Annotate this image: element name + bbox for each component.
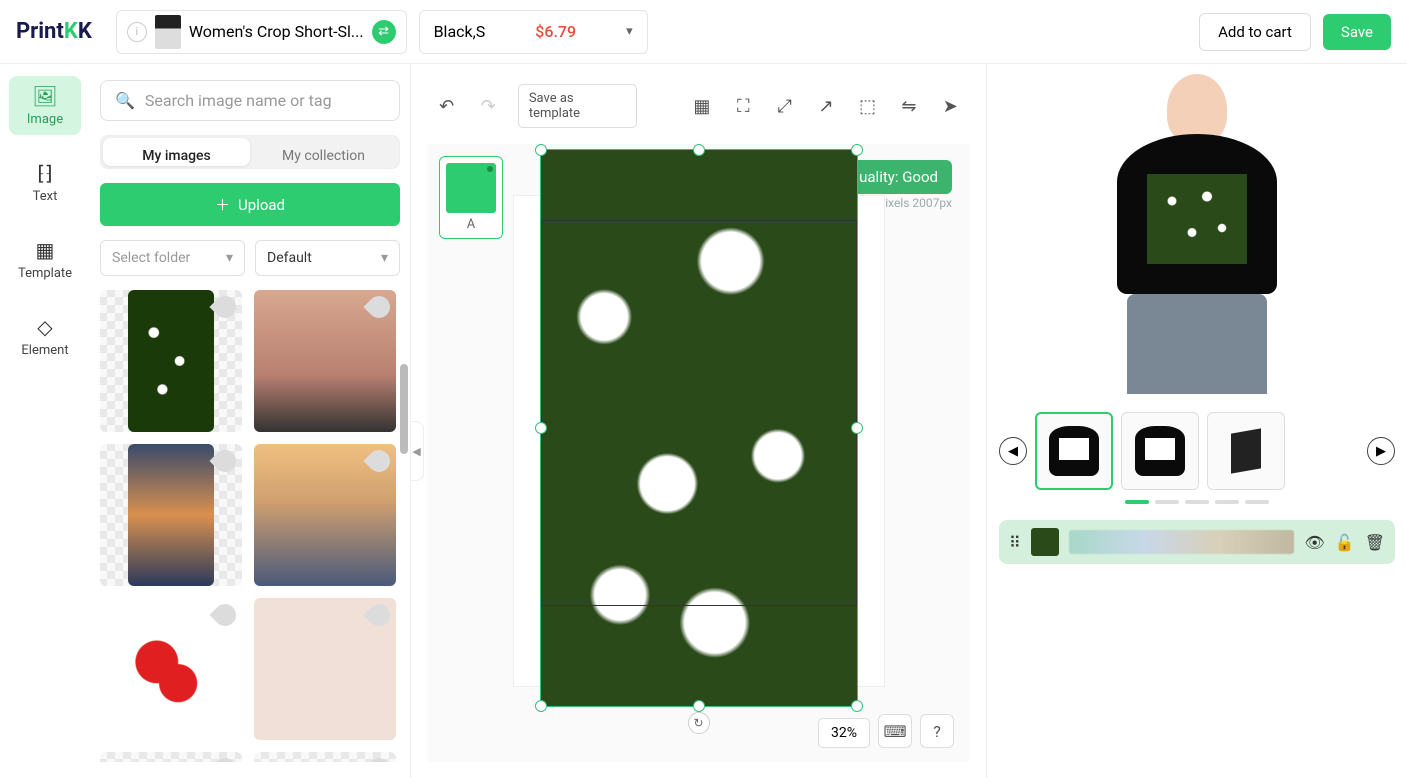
view-strip: ◀ ▶ xyxy=(999,404,1395,498)
resize-handle[interactable] xyxy=(851,700,863,712)
layer-name xyxy=(1069,530,1295,554)
template-icon: ▦ xyxy=(36,238,55,262)
chevron-down-icon: ▾ xyxy=(626,24,633,39)
view-thumb[interactable] xyxy=(1207,412,1285,490)
view-thumb[interactable] xyxy=(1035,412,1113,490)
rail-text[interactable]: ⁅⁆Text xyxy=(9,153,81,212)
save-as-template-button[interactable]: Save as template xyxy=(518,84,637,128)
swap-icon[interactable]: ⇄ xyxy=(372,20,396,44)
sort-select[interactable]: Default▾ xyxy=(255,240,400,276)
keyboard-shortcuts-button[interactable]: ⌨ xyxy=(878,714,912,748)
lock-icon[interactable]: 🔓 xyxy=(1335,533,1355,552)
placed-image[interactable] xyxy=(541,150,857,706)
resize-handle[interactable] xyxy=(535,700,547,712)
product-name: Women's Crop Short-Sl... xyxy=(189,22,364,41)
flip-v-icon[interactable]: ➤ xyxy=(939,94,962,118)
info-icon[interactable]: i xyxy=(127,22,147,42)
image-thumb[interactable] xyxy=(100,752,242,762)
drag-handle-icon[interactable]: ⠿ xyxy=(1009,533,1021,552)
plus-icon: ＋ xyxy=(215,194,230,215)
save-button[interactable]: Save xyxy=(1323,14,1391,50)
prev-view-button[interactable]: ◀ xyxy=(999,437,1027,465)
search-placeholder: Search image name or tag xyxy=(145,91,332,110)
resize-handle[interactable] xyxy=(535,144,547,156)
next-view-button[interactable]: ▶ xyxy=(1367,437,1395,465)
image-tabs: My images My collection xyxy=(100,135,400,169)
page-dot[interactable] xyxy=(1215,500,1239,504)
flip-h-icon[interactable]: ⇋ xyxy=(897,94,920,118)
canvas-toolbar: ↶ ↷ Save as template ▦ ⛶ ⤢ ↗ ⬚ ⇋ ➤ xyxy=(427,80,970,144)
rail-image[interactable]: 🖼Image xyxy=(9,76,81,135)
rail-template[interactable]: ▦Template xyxy=(9,230,81,289)
folder-select[interactable]: Select folder▾ xyxy=(100,240,245,276)
image-thumb[interactable] xyxy=(100,290,242,432)
image-thumb[interactable] xyxy=(100,444,242,586)
variant-selector[interactable]: Black,S $6.79 ▾ xyxy=(419,10,648,54)
rail-element[interactable]: ◇Element xyxy=(9,307,81,366)
resize-handle[interactable] xyxy=(693,700,705,712)
print-area-label: A xyxy=(446,217,496,232)
product-thumbnail xyxy=(155,15,181,49)
price: $6.79 xyxy=(535,22,576,41)
fit-icon[interactable]: ⛶ xyxy=(732,94,755,118)
view-pagination xyxy=(999,498,1395,514)
logo[interactable]: PrintKK xyxy=(16,19,92,44)
scrollbar[interactable] xyxy=(400,364,408,454)
chevron-down-icon: ▾ xyxy=(381,250,388,266)
view-thumb[interactable] xyxy=(1121,412,1199,490)
print-area-chip[interactable]: A xyxy=(439,156,503,239)
canvas-area: ↶ ↷ Save as template ▦ ⛶ ⤢ ↗ ⬚ ⇋ ➤ A Pri… xyxy=(410,64,987,778)
resize-handle[interactable] xyxy=(851,144,863,156)
search-icon: 🔍 xyxy=(115,91,135,110)
chevron-down-icon: ▾ xyxy=(226,250,233,266)
resize-handle[interactable] xyxy=(693,144,705,156)
search-input[interactable]: 🔍 Search image name or tag xyxy=(100,80,400,121)
left-rail: 🖼Image ⁅⁆Text ▦Template ◇Element xyxy=(0,64,90,778)
layer-row[interactable]: ⠿ 👁 🔓 🗑 xyxy=(999,520,1395,564)
tab-my-collection[interactable]: My collection xyxy=(250,138,397,166)
page-dot[interactable] xyxy=(1245,500,1269,504)
resize-handle[interactable] xyxy=(851,422,863,434)
image-panel: 🔍 Search image name or tag My images My … xyxy=(90,64,410,778)
upload-button[interactable]: ＋Upload xyxy=(100,183,400,226)
grid-icon[interactable]: ▦ xyxy=(690,94,713,118)
layer-thumbnail xyxy=(1031,528,1059,556)
image-thumb[interactable] xyxy=(100,598,242,740)
page-dot[interactable] xyxy=(1125,500,1149,504)
tab-my-images[interactable]: My images xyxy=(103,138,250,166)
zoom-level[interactable]: 32% xyxy=(818,718,870,748)
rotate-handle[interactable]: ↻ xyxy=(688,712,710,734)
product-selector[interactable]: i Women's Crop Short-Sl... ⇄ xyxy=(116,10,407,54)
help-button[interactable]: ? xyxy=(920,714,954,748)
add-to-cart-button[interactable]: Add to cart xyxy=(1199,13,1311,51)
visibility-icon[interactable]: 👁 xyxy=(1304,533,1324,552)
top-bar: PrintKK i Women's Crop Short-Sl... ⇄ Bla… xyxy=(0,0,1407,64)
preview-panel: ◀ ▶ ⠿ 👁 🔓 🗑 xyxy=(987,64,1407,778)
variant-label: Black,S xyxy=(434,22,486,41)
delete-icon[interactable]: 🗑 xyxy=(1365,533,1385,552)
page-dot[interactable] xyxy=(1185,500,1209,504)
expand-icon[interactable]: ⤢ xyxy=(773,94,796,118)
redo-button[interactable]: ↷ xyxy=(476,94,499,118)
image-thumb[interactable] xyxy=(254,290,396,432)
image-thumb[interactable] xyxy=(254,598,396,740)
product-mockup xyxy=(999,64,1395,404)
image-grid xyxy=(100,290,400,762)
element-icon: ◇ xyxy=(37,315,52,339)
resize-handle[interactable] xyxy=(535,422,547,434)
page-dot[interactable] xyxy=(1155,500,1179,504)
crop-icon[interactable]: ⬚ xyxy=(856,94,879,118)
design-canvas[interactable]: A Print quality: Good Recommended Pixels… xyxy=(427,144,970,762)
image-thumb[interactable] xyxy=(254,752,396,762)
stretch-icon[interactable]: ↗ xyxy=(814,94,837,118)
image-icon: 🖼 xyxy=(32,84,57,108)
image-thumb[interactable] xyxy=(254,444,396,586)
selection-box[interactable]: ↻ xyxy=(540,149,858,707)
text-icon: ⁅⁆ xyxy=(37,161,53,185)
undo-button[interactable]: ↶ xyxy=(435,94,458,118)
